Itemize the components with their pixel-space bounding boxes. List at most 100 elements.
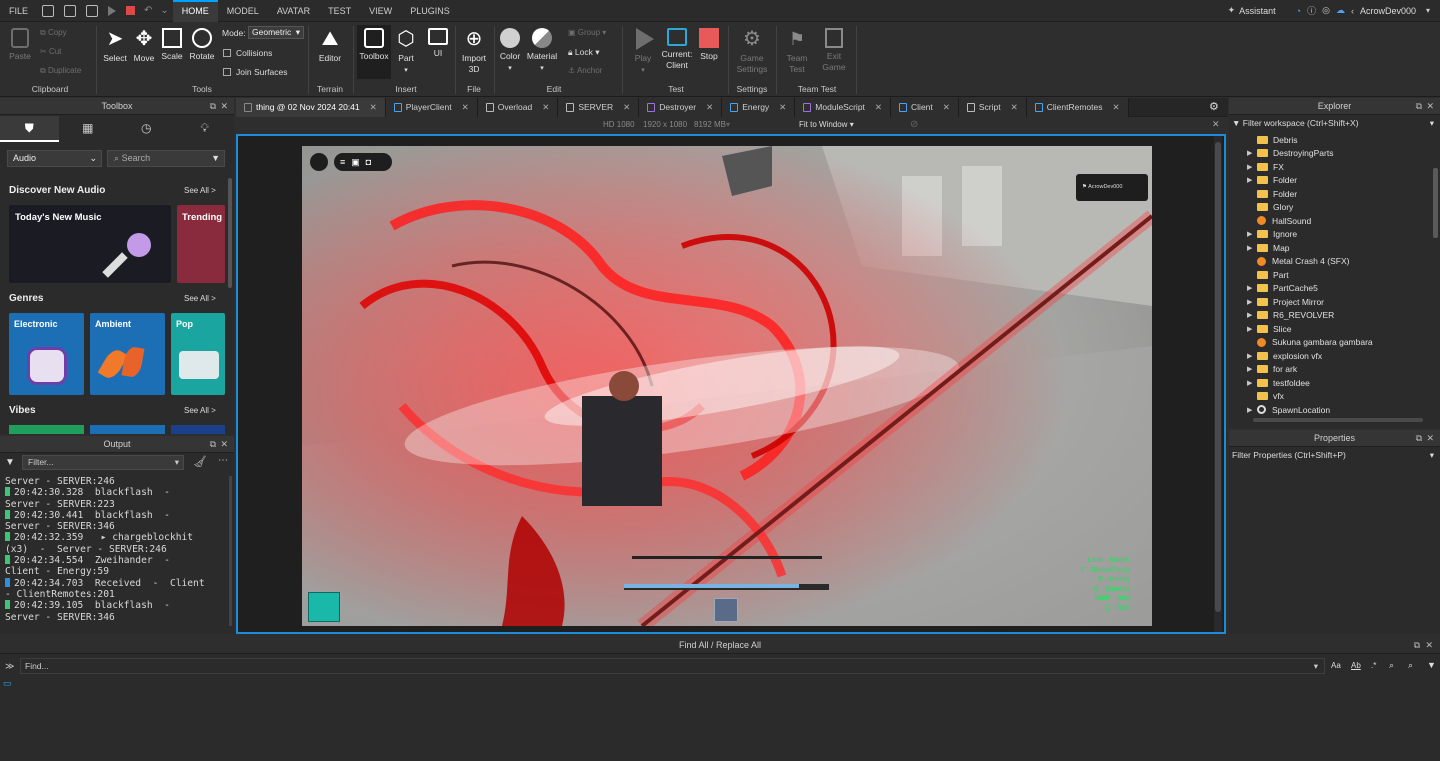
toolbox-scrollbar[interactable] xyxy=(228,178,232,288)
filter-icon[interactable]: ▼ xyxy=(1427,660,1436,670)
fit-to-window-select[interactable]: Fit to Window ▾ xyxy=(799,120,854,129)
expand-arrow-icon[interactable]: ▶ xyxy=(1247,352,1257,360)
close-tab-icon[interactable]: ✕ xyxy=(875,98,882,117)
genre-card-electronic[interactable]: Electronic xyxy=(9,313,84,395)
roblox-menu-icon[interactable] xyxy=(310,153,328,171)
explorer-item[interactable]: Metal Crash 4 (SFX) xyxy=(1247,255,1349,269)
expand-arrow-icon[interactable]: ▶ xyxy=(1247,244,1257,252)
ui-button[interactable]: UI xyxy=(427,28,449,59)
clear-output-icon[interactable]: 🧹︎ xyxy=(193,455,207,468)
explorer-item[interactable]: ▶ testfoldee xyxy=(1247,376,1310,390)
game-settings-button[interactable]: ⚙ Game Settings xyxy=(734,28,770,75)
more-options-icon[interactable]: ⋯ xyxy=(218,455,228,466)
notification-icon[interactable]: ◔ xyxy=(1296,6,1301,16)
join-surfaces-toggle[interactable]: Join Surfaces xyxy=(223,67,288,77)
explorer-item[interactable]: Sukuna gambara gambara xyxy=(1247,336,1373,350)
explorer-item[interactable]: ▶ Ignore xyxy=(1247,228,1297,242)
tab-creations[interactable]: 💡︎ xyxy=(176,116,235,142)
explorer-item[interactable]: Debris xyxy=(1247,133,1298,147)
genre-card-pop[interactable]: Pop xyxy=(171,313,225,395)
color-button[interactable]: Color ▾ xyxy=(497,28,523,74)
expand-arrow-icon[interactable]: ▶ xyxy=(1247,298,1257,306)
close-tab-icon[interactable]: ✕ xyxy=(1011,98,1018,117)
see-all-link[interactable]: See All > xyxy=(184,294,216,303)
play-quick-icon[interactable] xyxy=(108,5,117,16)
join-surfaces-checkbox[interactable] xyxy=(223,68,231,76)
document-tab[interactable]: Energy ✕ xyxy=(722,98,796,117)
undo-icon[interactable]: ↶ xyxy=(144,5,152,16)
popout-icon[interactable]: ⧉ xyxy=(1416,430,1422,447)
explorer-item[interactable]: ▶ Map xyxy=(1247,241,1290,255)
see-all-link[interactable]: See All > xyxy=(184,406,216,415)
expand-arrow-icon[interactable]: ▶ xyxy=(1247,365,1257,373)
scale-tool-button[interactable]: Scale xyxy=(159,28,185,62)
rotate-device-icon[interactable]: ⊘ xyxy=(910,119,918,130)
regex-icon[interactable]: .* xyxy=(1371,661,1376,670)
close-tab-icon[interactable]: ✕ xyxy=(542,98,549,117)
play-button[interactable]: Play ▾ xyxy=(630,28,656,76)
popout-icon[interactable]: ⧉ xyxy=(210,436,216,453)
top-bar-buttons[interactable]: ≡▣◘ xyxy=(334,153,392,171)
stop-quick-icon[interactable] xyxy=(126,6,136,15)
document-tab[interactable]: Destroyer ✕ xyxy=(639,98,723,117)
tab-view[interactable]: VIEW xyxy=(360,0,401,22)
popout-icon[interactable]: ⧉ xyxy=(1414,637,1420,654)
output-filter-input[interactable]: Filter... ▾ xyxy=(22,455,184,470)
anchor-button[interactable]: ⚓︎ Anchor xyxy=(568,66,602,75)
open-file-icon[interactable] xyxy=(64,4,77,17)
collisions-toggle[interactable]: Collisions xyxy=(223,48,272,58)
explorer-item[interactable]: ▶ Slice xyxy=(1247,322,1291,336)
exit-game-button[interactable]: Exit Game xyxy=(820,28,848,73)
tab-model[interactable]: MODEL xyxy=(218,0,268,22)
material-button[interactable]: Material ▾ xyxy=(526,28,558,74)
filter-icon[interactable]: ▼ xyxy=(211,151,220,166)
document-tab[interactable]: PlayerClient ✕ xyxy=(385,98,478,117)
trending-card[interactable]: Trending xyxy=(177,205,225,283)
close-tab-icon[interactable]: ✕ xyxy=(623,98,630,117)
viewport-scrollbar[interactable] xyxy=(1214,136,1222,632)
tab-inventory[interactable]: ⛊ xyxy=(0,116,59,142)
stop-button[interactable]: Stop xyxy=(697,28,721,62)
close-icon[interactable]: ✕ xyxy=(1425,637,1433,654)
filter-icon[interactable]: ▼ xyxy=(5,457,15,468)
explorer-item[interactable]: Folder xyxy=(1247,187,1297,201)
explorer-item[interactable]: ▶ FX xyxy=(1247,160,1284,174)
close-tab-icon[interactable]: ✕ xyxy=(370,98,377,117)
whole-word-icon[interactable]: Ab xyxy=(1351,661,1361,670)
move-tool-button[interactable]: ✥ Move xyxy=(131,28,157,64)
redo-icon[interactable]: ⌄ xyxy=(160,5,168,16)
explorer-item[interactable]: Part xyxy=(1247,268,1289,282)
expand-arrow-icon[interactable]: ▶ xyxy=(1247,230,1257,238)
help-icon[interactable]: ⓘ xyxy=(1307,4,1316,17)
close-icon[interactable]: ✕ xyxy=(220,98,228,115)
explorer-item[interactable]: ▶ for ark xyxy=(1247,363,1297,377)
part-button[interactable]: ⬡ Part ▾ xyxy=(395,28,417,76)
new-file-icon[interactable] xyxy=(42,4,55,17)
tab-test[interactable]: TEST xyxy=(319,0,360,22)
expand-arrow-icon[interactable]: ▶ xyxy=(1247,379,1257,387)
player-list[interactable]: ⚑ AcrowDev000 xyxy=(1076,174,1148,201)
tab-settings-gear-icon[interactable]: ⚙ xyxy=(1209,100,1219,113)
close-tab-icon[interactable]: ✕ xyxy=(706,98,713,117)
search-scope-icon[interactable]: ⌕ xyxy=(1408,660,1413,671)
see-all-link[interactable]: See All > xyxy=(184,186,216,195)
tab-home[interactable]: HOME xyxy=(172,0,218,22)
cut-button[interactable]: ✂ Cut xyxy=(40,47,61,56)
explorer-item[interactable]: ▶ Project Mirror xyxy=(1247,295,1324,309)
file-menu[interactable]: FILE xyxy=(0,0,37,22)
user-name[interactable]: AcrowDev000 xyxy=(1360,6,1416,16)
explorer-item[interactable]: Glory xyxy=(1247,201,1293,215)
popout-icon[interactable]: ⧉ xyxy=(1416,98,1422,115)
ability-slot-icon[interactable] xyxy=(308,592,340,622)
vibe-card[interactable] xyxy=(90,425,165,434)
user-menu-chevron-icon[interactable]: ▾ xyxy=(1426,6,1430,15)
explorer-scrollbar[interactable] xyxy=(1433,168,1438,238)
tab-recent[interactable]: ◷ xyxy=(117,116,176,142)
device-quality[interactable]: HD 1080 xyxy=(603,120,635,129)
expand-arrow-icon[interactable]: ▶ xyxy=(1247,325,1257,333)
popout-icon[interactable]: ⧉ xyxy=(210,98,216,115)
hotbar-slot[interactable] xyxy=(714,598,738,622)
tab-avatar[interactable]: AVATAR xyxy=(268,0,319,22)
todays-new-music-card[interactable]: Today's New Music xyxy=(9,205,171,283)
game-scene[interactable]: ≡▣◘ ⚑ AcrowDev000 Lmb - Attack F - Block/… xyxy=(302,146,1152,626)
